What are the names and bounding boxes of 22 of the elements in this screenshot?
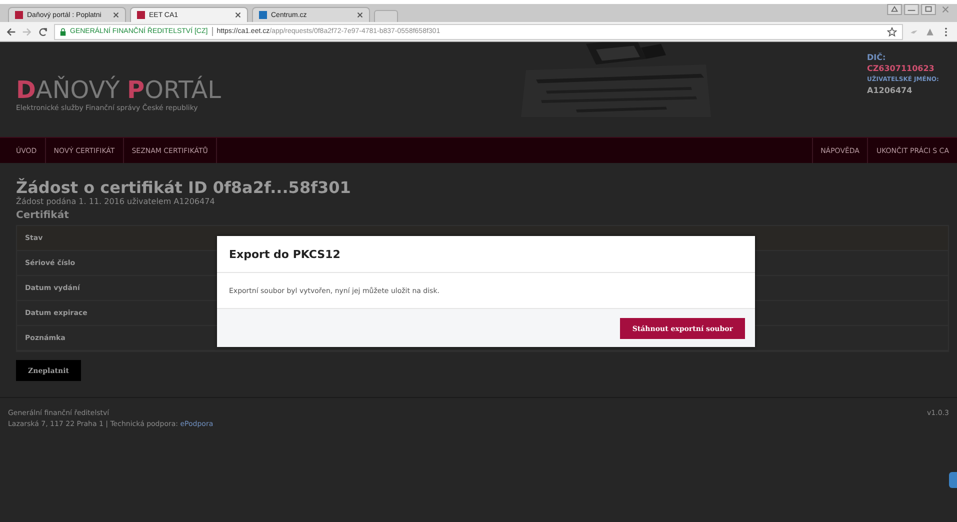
site-icon <box>259 11 267 19</box>
tax-id-value: CZ6307110623 <box>867 63 936 74</box>
page-title: Žádost o certifikát ID 0f8a2f...58f301 <box>16 178 352 197</box>
close-icon[interactable] <box>235 12 241 18</box>
site-logo[interactable]: DAŇOVÝ PORTÁL <box>16 78 486 102</box>
close-icon[interactable] <box>357 12 363 18</box>
username-value: A1206474 <box>867 85 914 96</box>
profile-icon[interactable] <box>887 4 902 15</box>
back-icon[interactable] <box>6 26 16 36</box>
minimize-icon[interactable] <box>904 4 919 15</box>
dialog-title: Export do PKCS12 <box>229 248 340 260</box>
lock-icon <box>60 28 66 36</box>
section-heading: Certifikát <box>16 210 70 221</box>
page-subtitle: Žádost podána 1. 11. 2016 uživatelem A1206474 <box>16 197 216 206</box>
maximize-icon[interactable] <box>921 4 936 15</box>
floating-widget-icon[interactable] <box>949 472 957 488</box>
tax-id-label: DIČ: <box>867 52 887 63</box>
site-icon <box>15 11 23 19</box>
close-icon[interactable] <box>113 12 119 18</box>
star-icon[interactable] <box>887 26 897 36</box>
site-icon <box>137 11 145 19</box>
reload-icon[interactable] <box>38 26 48 36</box>
